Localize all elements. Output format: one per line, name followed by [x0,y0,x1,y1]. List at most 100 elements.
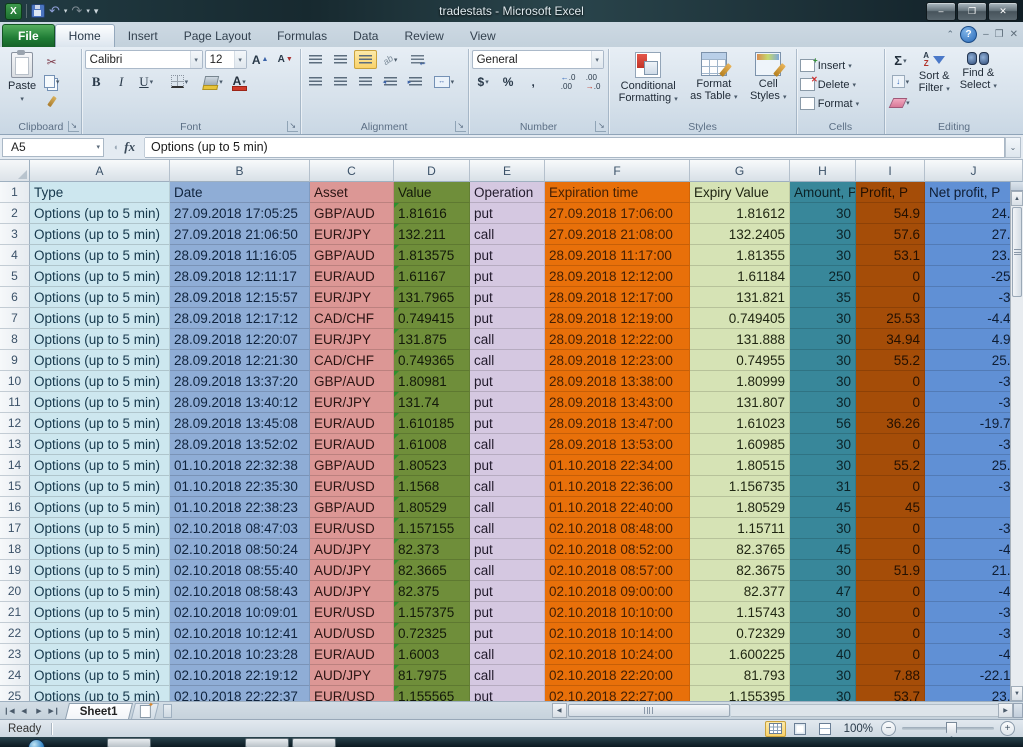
align-top-button[interactable] [304,50,327,69]
grow-font-button[interactable]: A ▲ [249,50,272,69]
cell-A24[interactable]: Options (up to 5 min) [30,665,170,686]
cell-F18[interactable]: 02.10.2018 08:52:00 [545,539,690,560]
cell-E5[interactable]: put [470,266,545,287]
comma-button[interactable]: , [522,72,545,91]
cell-H13[interactable]: 30 [790,434,856,455]
row-header-23[interactable]: 23 [0,644,30,665]
cell-A15[interactable]: Options (up to 5 min) [30,476,170,497]
row-header-5[interactable]: 5 [0,266,30,287]
cell-D3[interactable]: 132.211 [394,224,470,245]
cell-H12[interactable]: 56 [790,413,856,434]
cell-J15[interactable]: -31 [925,476,1023,497]
vertical-split-handle[interactable] [1011,182,1023,191]
tab-view[interactable]: View [457,25,509,47]
page-break-view-button[interactable] [815,721,836,737]
cell-C14[interactable]: GBP/AUD [310,455,394,476]
formula-content[interactable]: Options (up to 5 min) [145,136,1005,158]
cell-I22[interactable]: 0 [856,623,925,644]
cell-A9[interactable]: Options (up to 5 min) [30,350,170,371]
normal-view-button[interactable] [764,720,786,737]
cell-G11[interactable]: 131.807 [690,392,790,413]
cell-C20[interactable]: AUD/JPY [310,581,394,602]
cell-I16[interactable]: 45 [856,497,925,518]
horizontal-scrollbar[interactable]: ◀ ▶ [551,702,1023,719]
cell-D21[interactable]: 1.157375 [394,602,470,623]
horizontal-split-handle[interactable] [1013,703,1023,718]
cell-E8[interactable]: call [470,329,545,350]
cell-E12[interactable]: put [470,413,545,434]
cell-A1[interactable]: Type [30,182,170,203]
cell-C21[interactable]: EUR/USD [310,602,394,623]
cell-H8[interactable]: 30 [790,329,856,350]
wrap-text-button[interactable] [406,50,429,69]
cell-A25[interactable]: Options (up to 5 min) [30,686,170,701]
cell-G9[interactable]: 0.74955 [690,350,790,371]
cell-D22[interactable]: 0.72325 [394,623,470,644]
cell-J21[interactable]: -30 [925,602,1023,623]
cell-styles-button[interactable]: Cell Styles ▾ [746,50,791,106]
zoom-in-icon[interactable]: + [1000,721,1015,736]
cell-J11[interactable]: -30 [925,392,1023,413]
cell-C17[interactable]: EUR/USD [310,518,394,539]
cell-H17[interactable]: 30 [790,518,856,539]
cell-D9[interactable]: 0.749365 [394,350,470,371]
cell-C10[interactable]: GBP/AUD [310,371,394,392]
column-header-J[interactable]: J [925,160,1023,182]
cell-E19[interactable]: call [470,560,545,581]
cell-I8[interactable]: 34.94 [856,329,925,350]
cell-I4[interactable]: 53.1 [856,245,925,266]
cell-E11[interactable]: put [470,392,545,413]
sort-filter-button[interactable]: AZ Sort & Filter ▾ [915,50,954,98]
cell-C9[interactable]: CAD/CHF [310,350,394,371]
column-header-C[interactable]: C [310,160,394,182]
tab-split-handle[interactable] [162,704,172,718]
cell-H5[interactable]: 250 [790,266,856,287]
cell-D11[interactable]: 131.74 [394,392,470,413]
cell-F7[interactable]: 28.09.2018 12:19:00 [545,308,690,329]
column-header-H[interactable]: H [790,160,856,182]
undo-icon[interactable]: ↶ [49,4,60,17]
cell-G5[interactable]: 1.61184 [690,266,790,287]
cell-H4[interactable]: 30 [790,245,856,266]
cell-F24[interactable]: 02.10.2018 22:20:00 [545,665,690,686]
cell-F14[interactable]: 01.10.2018 22:34:00 [545,455,690,476]
cell-F20[interactable]: 02.10.2018 09:00:00 [545,581,690,602]
cell-H25[interactable]: 30 [790,686,856,701]
cell-A19[interactable]: Options (up to 5 min) [30,560,170,581]
cell-B21[interactable]: 02.10.2018 10:09:01 [170,602,310,623]
clear-button[interactable]: ▾ [888,93,913,112]
cell-E16[interactable]: call [470,497,545,518]
scroll-up-icon[interactable]: ▲ [1011,191,1023,206]
cell-G17[interactable]: 1.15711 [690,518,790,539]
cell-B11[interactable]: 28.09.2018 13:40:12 [170,392,310,413]
scroll-right-icon[interactable]: ▶ [998,703,1013,718]
cell-B19[interactable]: 02.10.2018 08:55:40 [170,560,310,581]
cell-H18[interactable]: 45 [790,539,856,560]
cell-B22[interactable]: 02.10.2018 10:12:41 [170,623,310,644]
cell-A11[interactable]: Options (up to 5 min) [30,392,170,413]
row-header-6[interactable]: 6 [0,287,30,308]
cell-H22[interactable]: 30 [790,623,856,644]
cell-J17[interactable]: -30 [925,518,1023,539]
cell-G7[interactable]: 0.749405 [690,308,790,329]
cell-A7[interactable]: Options (up to 5 min) [30,308,170,329]
cut-button[interactable]: ✂ [40,52,63,71]
tab-data[interactable]: Data [340,25,391,47]
cell-E14[interactable]: put [470,455,545,476]
cell-D2[interactable]: 1.81616 [394,203,470,224]
cell-I9[interactable]: 55.2 [856,350,925,371]
cell-I21[interactable]: 0 [856,602,925,623]
save-icon[interactable] [31,4,45,18]
collapse-ribbon-icon[interactable]: ⌃ [947,29,955,40]
last-sheet-icon[interactable]: ▶❙ [47,704,61,717]
cell-J4[interactable]: 23.1 [925,245,1023,266]
cell-A21[interactable]: Options (up to 5 min) [30,602,170,623]
workbook-minimize-icon[interactable]: – [983,29,989,40]
customize-qat-icon[interactable]: ▾ [94,6,98,17]
insert-worksheet-button[interactable] [130,703,159,719]
row-header-21[interactable]: 21 [0,602,30,623]
cell-D16[interactable]: 1.80529 [394,497,470,518]
cell-G23[interactable]: 1.600225 [690,644,790,665]
excel-logo-icon[interactable]: X [5,2,22,20]
format-painter-button[interactable] [40,92,63,111]
